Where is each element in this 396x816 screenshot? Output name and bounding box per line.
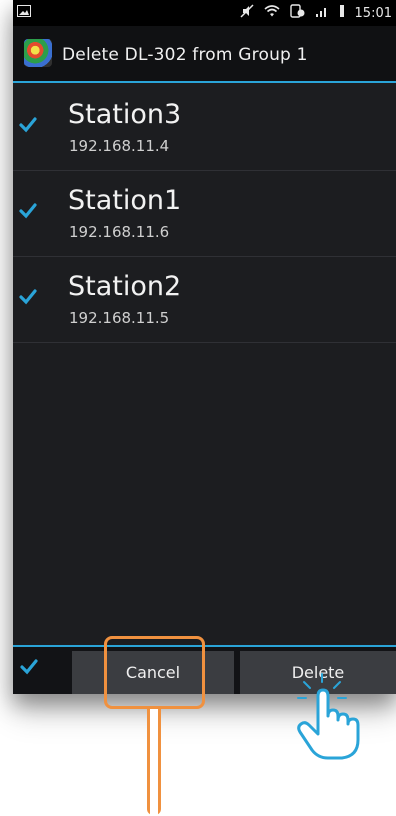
station-list: Station3 192.168.11.4 Station1 192.168.1…: [13, 85, 396, 343]
checkbox-checked-icon[interactable]: [18, 287, 38, 307]
list-item[interactable]: Station2 192.168.11.5: [13, 257, 396, 343]
station-ip: 192.168.11.6: [69, 223, 170, 241]
checkbox-checked-icon[interactable]: [18, 115, 38, 135]
app-icon: [24, 39, 52, 67]
status-bar: 15:01: [13, 0, 396, 26]
nfc-icon: [289, 4, 305, 22]
list-item[interactable]: Station3 192.168.11.4: [13, 85, 396, 171]
status-time: 15:01: [354, 5, 392, 21]
pointer-cord: [147, 709, 161, 815]
gallery-icon: [17, 5, 31, 21]
list-item[interactable]: Station1 192.168.11.6: [13, 171, 396, 257]
tap-hand-icon: [292, 672, 364, 762]
mute-icon: [240, 4, 254, 22]
wifi-icon: [264, 4, 280, 22]
station-name: Station3: [68, 99, 182, 130]
status-icons: 15:01: [240, 4, 392, 22]
signal-icon: [315, 4, 329, 22]
dialog-title: Delete DL-302 from Group 1: [62, 45, 308, 65]
dialog-header: Delete DL-302 from Group 1: [13, 26, 396, 83]
station-name: Station1: [68, 185, 182, 216]
battery-icon: [339, 4, 345, 22]
select-all-checkbox-icon[interactable]: [19, 657, 39, 677]
station-ip: 192.168.11.5: [69, 309, 170, 327]
checkbox-checked-icon[interactable]: [18, 201, 38, 221]
station-name: Station2: [68, 271, 182, 302]
phone-screen: 15:01 Delete DL-302 from Group 1 Station…: [13, 0, 396, 694]
cancel-highlight-frame: [104, 636, 205, 709]
station-ip: 192.168.11.4: [69, 137, 170, 155]
